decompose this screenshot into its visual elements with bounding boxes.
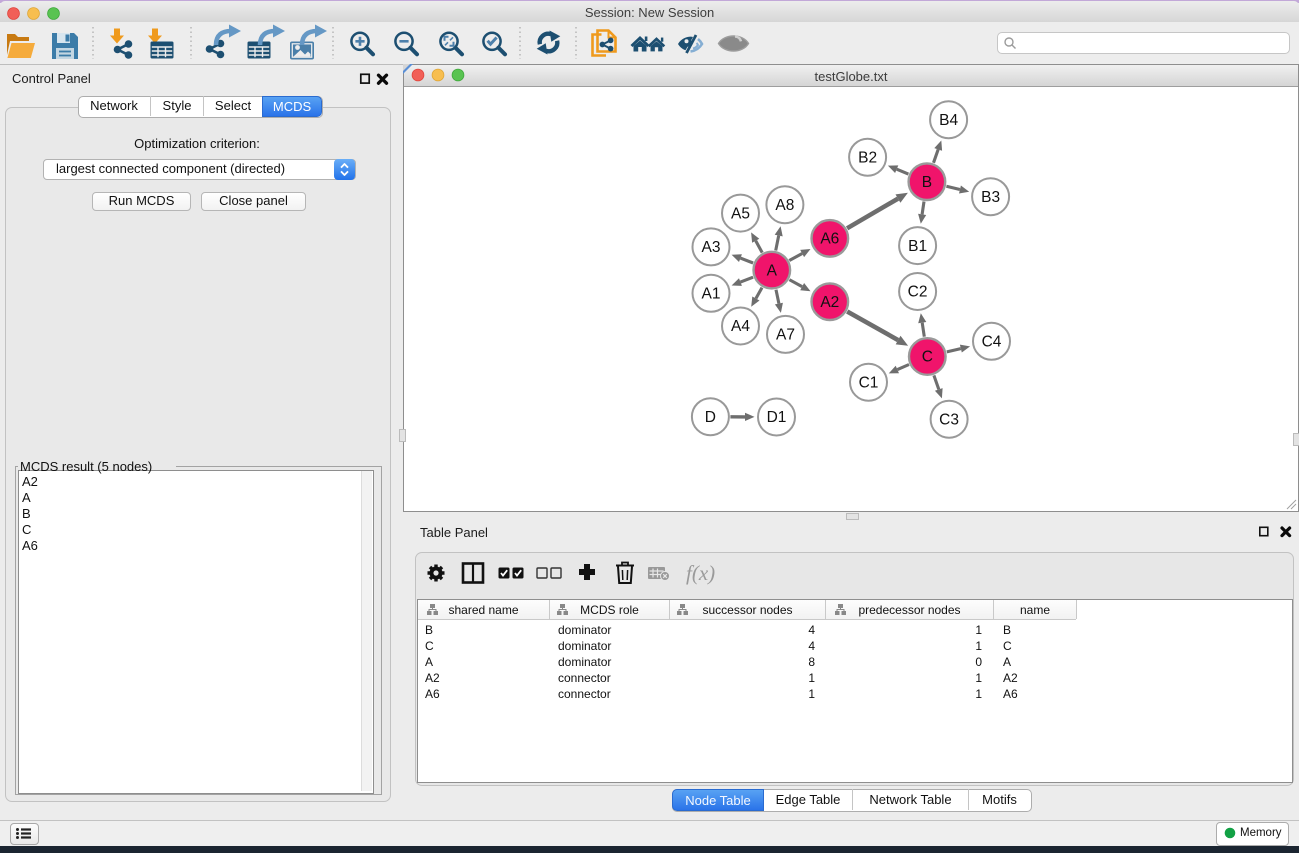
svg-text:A3: A3	[702, 239, 721, 256]
svg-text:B3: B3	[981, 189, 1000, 206]
svg-text:A6: A6	[820, 231, 839, 248]
svg-text:B: B	[922, 174, 932, 191]
svg-text:C4: C4	[982, 334, 1002, 351]
svg-text:A2: A2	[820, 294, 839, 311]
svg-text:B4: B4	[939, 112, 958, 129]
svg-text:D: D	[705, 409, 716, 426]
svg-text:f(x): f(x)	[686, 561, 715, 585]
svg-text:A5: A5	[731, 205, 750, 222]
svg-text:A: A	[767, 262, 778, 279]
svg-text:C3: C3	[939, 411, 959, 428]
svg-text:A7: A7	[776, 327, 795, 344]
svg-text:A8: A8	[775, 197, 794, 214]
svg-text:C2: C2	[908, 284, 928, 301]
svg-text:A4: A4	[731, 318, 750, 335]
svg-text:D1: D1	[767, 409, 787, 426]
svg-text:B1: B1	[908, 238, 927, 255]
svg-text:B2: B2	[858, 149, 877, 166]
svg-text:C: C	[922, 349, 933, 366]
svg-text:A1: A1	[702, 286, 721, 303]
svg-text:C1: C1	[859, 374, 879, 391]
